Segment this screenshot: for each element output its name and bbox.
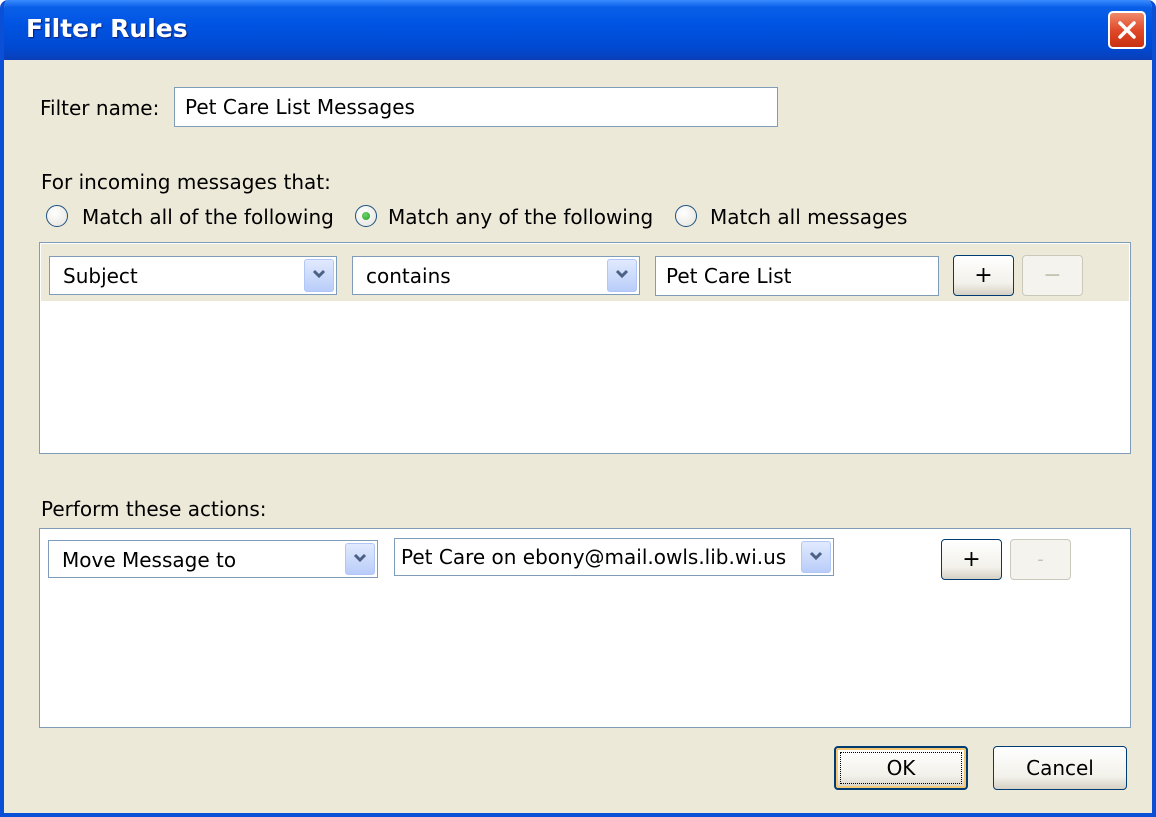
filter-name-label: Filter name: <box>40 96 160 120</box>
action-type-select[interactable]: Move Message to <box>48 540 378 578</box>
title-bar[interactable]: Filter Rules <box>4 0 1152 60</box>
chevron-down-icon <box>615 269 629 279</box>
action-target-value: Pet Care on ebony@mail.owls.lib.wi.us <box>401 545 787 569</box>
dialog-title: Filter Rules <box>26 14 188 43</box>
condition-operator-dropdown-button[interactable] <box>607 259 637 292</box>
close-icon <box>1118 21 1136 39</box>
cancel-button[interactable]: Cancel <box>993 746 1127 790</box>
remove-action-button[interactable]: - <box>1010 539 1071 580</box>
condition-value-text: Pet Care List <box>666 264 792 288</box>
condition-operator-value: contains <box>366 264 451 288</box>
chevron-down-icon <box>353 553 367 563</box>
condition-value-input[interactable]: Pet Care List <box>655 256 939 296</box>
add-action-button[interactable]: + <box>941 539 1002 580</box>
radio-match-any[interactable] <box>355 205 377 227</box>
radio-match-messages-label[interactable]: Match all messages <box>710 205 907 229</box>
radio-match-all-label[interactable]: Match all of the following <box>82 205 334 229</box>
condition-field-value: Subject <box>63 264 138 288</box>
chevron-down-icon <box>312 269 326 279</box>
ok-button[interactable]: OK <box>834 746 968 790</box>
action-type-dropdown-button[interactable] <box>345 543 375 575</box>
actions-heading: Perform these actions: <box>41 497 267 521</box>
minus-icon: - <box>1037 549 1044 570</box>
filter-name-input[interactable]: Pet Care List Messages <box>174 87 778 127</box>
remove-condition-button[interactable]: − <box>1022 255 1083 296</box>
chevron-down-icon <box>809 551 823 561</box>
radio-match-all[interactable] <box>46 205 68 227</box>
action-target-select[interactable]: Pet Care on ebony@mail.owls.lib.wi.us <box>394 538 834 576</box>
minus-icon: − <box>1043 263 1062 288</box>
condition-operator-select[interactable]: contains <box>352 256 640 295</box>
plus-icon: + <box>962 547 981 572</box>
add-condition-button[interactable]: + <box>953 255 1014 296</box>
condition-field-dropdown-button[interactable] <box>304 259 334 292</box>
radio-match-messages[interactable] <box>675 205 697 227</box>
ok-button-label: OK <box>886 756 916 780</box>
action-type-value: Move Message to <box>62 548 237 572</box>
plus-icon: + <box>974 263 993 288</box>
filter-rules-dialog: Filter Rules Filter name: Pet Care List … <box>0 0 1156 817</box>
close-button[interactable] <box>1108 11 1146 49</box>
radio-match-any-label[interactable]: Match any of the following <box>388 205 653 229</box>
radio-selected-dot <box>362 212 370 220</box>
filter-name-value: Pet Care List Messages <box>185 95 415 119</box>
action-target-dropdown-button[interactable] <box>801 541 831 573</box>
conditions-heading: For incoming messages that: <box>41 170 331 194</box>
condition-field-select[interactable]: Subject <box>49 256 337 295</box>
cancel-button-label: Cancel <box>1026 756 1094 780</box>
